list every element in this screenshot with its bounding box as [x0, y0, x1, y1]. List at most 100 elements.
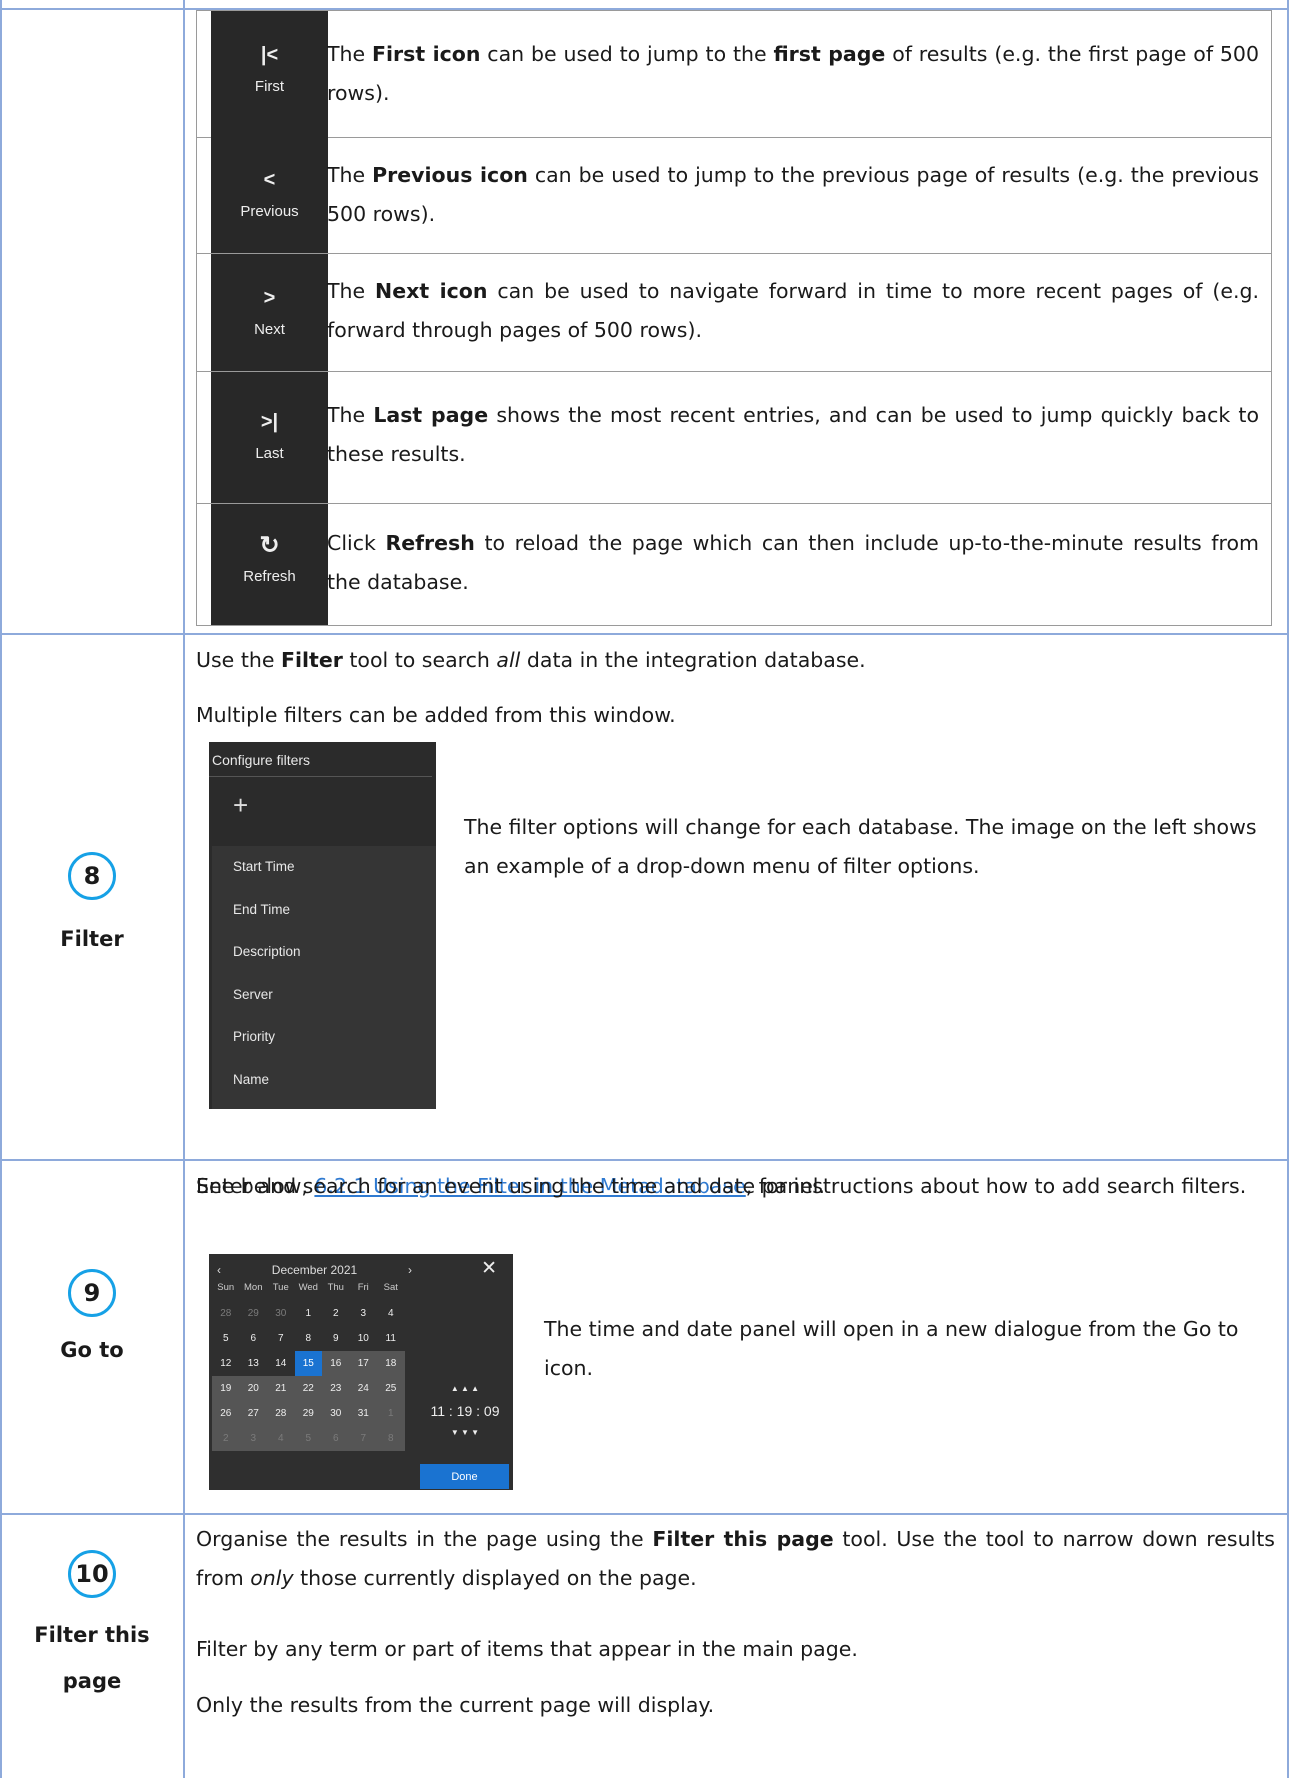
- refresh-icon: ↻: [259, 532, 280, 559]
- calendar-day[interactable]: 30: [267, 1301, 295, 1326]
- calendar-day[interactable]: 28: [267, 1401, 295, 1426]
- configure-filters-title: Configure filters: [209, 742, 432, 777]
- filter-option-name[interactable]: Name: [212, 1059, 436, 1102]
- nav-description-first: The First icon can be used to jump to th…: [327, 42, 1260, 105]
- calendar-day[interactable]: 5: [294, 1426, 322, 1451]
- date-time-panel: ‹ December 2021 › ✕ Sun Mon Tue Wed Thu Fri Sa…: [209, 1254, 513, 1490]
- nav-row-previous: < Previous The Previous icon can be used…: [196, 138, 1272, 254]
- calendar-day[interactable]: 2: [322, 1301, 350, 1326]
- calendar-day[interactable]: 13: [240, 1351, 268, 1376]
- calendar-day[interactable]: 15: [294, 1351, 322, 1376]
- calendar-day[interactable]: 29: [294, 1401, 322, 1426]
- next-month-icon[interactable]: ›: [408, 1263, 412, 1277]
- calendar-day[interactable]: 29: [240, 1301, 268, 1326]
- calendar-day[interactable]: 23: [322, 1376, 350, 1401]
- calendar-day[interactable]: 26: [212, 1401, 240, 1426]
- calendar-day[interactable]: 14: [267, 1351, 295, 1376]
- last-page-icon: >|: [260, 411, 279, 433]
- calendar-day[interactable]: 6: [240, 1326, 268, 1351]
- filter-option-server[interactable]: Server: [212, 974, 436, 1017]
- first-page-button[interactable]: |< First: [211, 11, 328, 138]
- calendar-day[interactable]: 12: [212, 1351, 240, 1376]
- calendar-day[interactable]: 7: [267, 1326, 295, 1351]
- first-page-label: First: [254, 78, 285, 95]
- calendar-day[interactable]: 31: [349, 1401, 377, 1426]
- calendar-day[interactable]: 9: [322, 1326, 350, 1351]
- goto-label: Go to: [60, 1338, 124, 1362]
- instruction-table: |< First The First icon can be used to j…: [0, 0, 1289, 1778]
- calendar-day[interactable]: 18: [377, 1351, 405, 1376]
- weekday-label: Thu: [327, 1282, 344, 1293]
- nav-row-last: >| Last The Last page shows the most rec…: [196, 372, 1272, 504]
- filter-label: Filter: [60, 927, 124, 951]
- calendar-day[interactable]: 1: [377, 1401, 405, 1426]
- calendar-day[interactable]: 17: [349, 1351, 377, 1376]
- time-value[interactable]: 11 : 19 : 09: [425, 1403, 505, 1419]
- add-filter-plus-icon[interactable]: +: [209, 777, 436, 834]
- calendar-day-grid: 28 29 30 1 2 3 4 5 6 7 8 9 10 11 12 13 14 15 16 17 18 19 20 21 2…: [212, 1301, 405, 1451]
- filter-options-description: The filter options will change for each …: [464, 815, 1257, 878]
- weekday-label: Sat: [383, 1282, 398, 1293]
- filter-option-priority[interactable]: Priority: [212, 1016, 436, 1059]
- calendar-day[interactable]: 10: [350, 1326, 378, 1351]
- time-decrement-arrows[interactable]: ▼ ▼ ▼: [425, 1428, 505, 1437]
- calendar-day[interactable]: 1: [295, 1301, 323, 1326]
- step-number-badge: 10: [68, 1550, 116, 1598]
- calendar-day[interactable]: 11: [377, 1326, 405, 1351]
- row-separator: [0, 1513, 1289, 1515]
- row-separator: [0, 633, 1289, 635]
- first-page-icon: |<: [260, 44, 279, 66]
- filter-page-intro: Organise the results in the page using t…: [196, 1527, 1275, 1590]
- calendar-day[interactable]: 3: [239, 1426, 267, 1451]
- filter-page-label-cell: 10 Filter this page: [0, 1550, 184, 1698]
- next-page-label: Next: [254, 321, 285, 338]
- calendar-day[interactable]: 30: [322, 1401, 350, 1426]
- calendar-day[interactable]: 21: [267, 1376, 295, 1401]
- calendar-day[interactable]: 25: [377, 1376, 405, 1401]
- filter-option-start-time[interactable]: Start Time: [212, 846, 436, 889]
- row-separator: [0, 1159, 1289, 1161]
- calendar-header: ‹ December 2021 ›: [217, 1263, 412, 1277]
- calendar-day[interactable]: 3: [350, 1301, 378, 1326]
- calendar-day[interactable]: 2: [212, 1426, 240, 1451]
- filter-label-cell: 8 Filter: [0, 852, 184, 956]
- filter-option-end-time[interactable]: End Time: [212, 889, 436, 932]
- calendar-day[interactable]: 28: [212, 1301, 240, 1326]
- calendar-day[interactable]: 24: [349, 1376, 377, 1401]
- calendar-day[interactable]: 4: [267, 1426, 295, 1451]
- calendar-month-title: December 2021: [271, 1263, 358, 1277]
- filter-page-current-note: Only the results from the current page w…: [196, 1693, 715, 1717]
- calendar-day[interactable]: 7: [349, 1426, 377, 1451]
- calendar-day[interactable]: 6: [322, 1426, 350, 1451]
- calendar-day[interactable]: 5: [212, 1326, 240, 1351]
- close-icon[interactable]: ✕: [481, 1257, 497, 1280]
- filter-page-label: Filter this page: [34, 1623, 150, 1693]
- previous-page-button[interactable]: < Previous: [211, 138, 328, 253]
- next-page-button[interactable]: > Next: [211, 254, 328, 371]
- weekday-label: Wed: [298, 1282, 318, 1293]
- calendar-day[interactable]: 8: [295, 1326, 323, 1351]
- calendar-day[interactable]: 19: [212, 1376, 240, 1401]
- calendar-day[interactable]: 22: [294, 1376, 322, 1401]
- weekday-label: Tue: [272, 1282, 289, 1293]
- calendar-day[interactable]: 8: [377, 1426, 405, 1451]
- nav-description-refresh: Click Refresh to reload the page which c…: [327, 531, 1259, 594]
- goto-panel-description: The time and date panel will open in a n…: [544, 1317, 1239, 1380]
- configure-filters-panel: Configure filters + Start Time End Time …: [209, 742, 436, 1109]
- refresh-button[interactable]: ↻ Refresh: [211, 504, 328, 625]
- filter-options-list: Start Time End Time Description Server P…: [212, 846, 436, 1109]
- done-button[interactable]: Done: [420, 1464, 509, 1489]
- goto-label-cell: 9 Go to: [0, 1269, 184, 1367]
- weekday-label: Fri: [357, 1282, 369, 1293]
- calendar-day[interactable]: 4: [377, 1301, 405, 1326]
- calendar-day[interactable]: 16: [322, 1351, 350, 1376]
- nav-description-previous: The Previous icon can be used to jump to…: [327, 163, 1259, 226]
- last-page-button[interactable]: >| Last: [211, 372, 328, 503]
- calendar-day[interactable]: 20: [239, 1376, 267, 1401]
- nav-row-next: > Next The Next icon can be used to navi…: [196, 254, 1272, 372]
- filter-option-description[interactable]: Description: [212, 931, 436, 974]
- time-increment-arrows[interactable]: ▲ ▲ ▲: [425, 1384, 505, 1393]
- calendar-day[interactable]: 27: [239, 1401, 267, 1426]
- goto-intro: Enter and search for an event using the …: [196, 1174, 826, 1198]
- previous-month-icon[interactable]: ‹: [217, 1263, 221, 1277]
